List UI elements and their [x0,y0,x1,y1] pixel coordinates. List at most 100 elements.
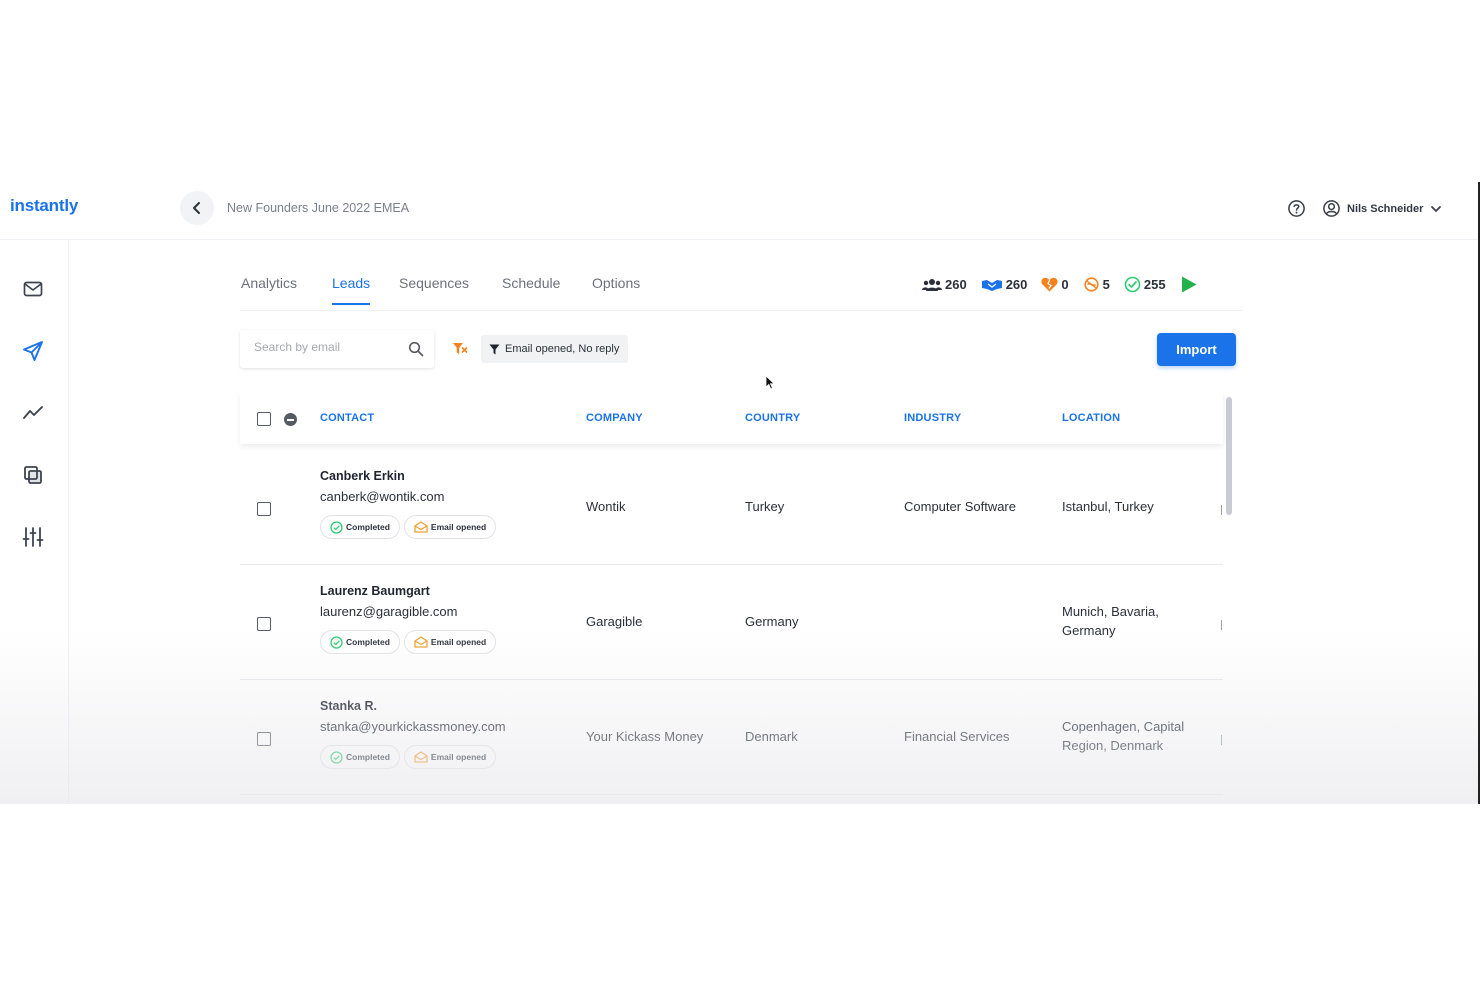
campaign-stats: 260 260 0 5 255 [922,275,1198,294]
unsubscribe-icon [1084,277,1099,292]
stat-contacted-value: 260 [1005,277,1028,292]
search-icon [408,341,424,357]
sidebar-item-campaigns[interactable] [20,338,46,364]
column-header-company[interactable]: COMPANY [586,412,643,424]
stat-bounced-value: 0 [1061,277,1069,292]
lead-location-line-2: Germany [1062,623,1116,638]
row-checkbox[interactable] [257,617,271,631]
row-checkbox[interactable] [257,732,271,746]
top-bar: instantly New Founders June 2022 EMEA Ni… [0,182,1478,240]
lead-country: Germany [745,614,799,629]
chevron-left-icon [193,202,200,214]
check-circle-icon [330,520,343,534]
lead-email: canberk@wontik.com [320,489,445,504]
lead-location-line-1: Copenhagen, Capital [1062,719,1185,734]
lead-name: Canberk Erkin [320,469,405,483]
lead-location: Munich, Bavaria, Germany [1062,602,1159,640]
import-button[interactable]: Import [1157,333,1236,366]
sidebar-item-mail[interactable] [20,276,46,302]
stat-total-leads-value: 260 [945,277,967,292]
sidebar-item-settings[interactable] [20,524,46,550]
leads-table: CONTACT COMPANY COUNTRY INDUSTRY LOCATIO… [240,392,1223,804]
filter-icon [489,344,500,354]
lead-location: Istanbul, Turkey [1062,497,1154,516]
play-campaign-button[interactable] [1180,275,1198,294]
table-scrollbar[interactable] [1226,397,1232,515]
send-icon [23,341,43,361]
check-circle-icon [330,635,343,649]
tab-schedule[interactable]: Schedule [502,275,560,303]
analytics-icon [23,406,43,419]
tab-options[interactable]: Options [592,275,640,303]
lead-company: Wontik [586,499,626,514]
status-badge-email-opened: Email opened [403,630,497,654]
search-input[interactable] [252,339,406,355]
stat-contacted: 260 [981,277,1028,292]
status-badge-label: Completed [346,522,390,532]
sidebar-item-templates[interactable] [20,462,46,488]
help-circle-icon [1288,200,1305,217]
user-circle-icon [1323,200,1340,217]
status-badge-label: Email opened [430,752,487,762]
handshake-icon [981,279,1002,291]
lead-location-line-1: Munich, Bavaria, [1062,604,1159,619]
lead-industry: Financial Services [904,729,1010,744]
chevron-down-icon [1431,205,1442,212]
back-button[interactable] [180,191,214,225]
status-badge-completed: Completed [320,630,400,654]
active-filter-label: Email opened, No reply [505,343,620,355]
active-filter-chip[interactable]: Email opened, No reply [481,335,629,363]
lead-location-line-2: Region, Denmark [1062,738,1164,753]
column-overflow-marker [1221,735,1222,745]
status-badge-completed: Completed [320,745,400,769]
user-name: Nils Schneider [1347,202,1424,215]
status-badge-email-opened: Email opened [403,515,497,539]
play-icon [1181,276,1197,293]
sidebar [0,240,69,804]
copy-icon [24,466,42,484]
filter-clear-icon[interactable] [452,342,468,356]
table-row[interactable]: Canberk Erkin canberk@wontik.com Complet… [240,450,1223,565]
lead-company: Your Kickass Money [586,729,704,744]
table-row[interactable]: Laurenz Baumgart laurenz@garagible.com C… [240,565,1223,680]
status-badge-label: Completed [346,637,390,647]
help-button[interactable] [1287,199,1306,223]
lead-name: Stanka R. [320,699,377,713]
tab-sequences[interactable]: Sequences [399,275,469,303]
envelope-open-icon [414,521,428,533]
user-menu[interactable]: Nils Schneider [1322,199,1443,218]
status-badge-label: Completed [346,752,390,762]
settings-sliders-icon [22,527,44,547]
column-header-location[interactable]: LOCATION [1062,412,1120,424]
lead-company: Garagible [586,614,643,629]
lead-email: laurenz@garagible.com [320,604,458,619]
app-window: instantly New Founders June 2022 EMEA Ni… [0,182,1480,804]
table-row[interactable]: Stanka R. stanka@yourkickassmoney.com Co… [240,680,1223,795]
app-logo[interactable]: instantly [10,196,78,216]
tab-leads[interactable]: Leads [332,275,371,305]
status-badge-email-opened: Email opened [403,745,497,769]
lead-name: Laurenz Baumgart [320,584,430,598]
column-header-contact[interactable]: CONTACT [320,412,374,424]
check-circle-icon [1124,276,1141,293]
select-all-checkbox[interactable] [257,412,271,426]
envelope-open-icon [414,636,428,648]
sidebar-item-analytics[interactable] [20,400,46,426]
broken-heart-icon [1041,277,1058,292]
deselect-icon[interactable] [284,413,297,426]
column-header-industry[interactable]: INDUSTRY [904,412,961,424]
tab-analytics[interactable]: Analytics [241,275,297,303]
lead-location-line-1: Istanbul, Turkey [1062,499,1154,514]
column-header-country[interactable]: COUNTRY [745,412,800,424]
lead-country: Denmark [745,729,798,744]
mail-icon [23,281,43,297]
column-overflow-marker [1221,505,1222,515]
status-badge-label: Email opened [430,637,487,647]
row-checkbox[interactable] [257,502,271,516]
table-header: CONTACT COMPANY COUNTRY INDUSTRY LOCATIO… [240,392,1223,444]
search-box [240,330,434,368]
column-overflow-marker [1221,620,1222,630]
stat-completed: 255 [1124,276,1166,293]
status-badge-completed: Completed [320,515,400,539]
lead-location: Copenhagen, Capital Region, Denmark [1062,717,1184,755]
